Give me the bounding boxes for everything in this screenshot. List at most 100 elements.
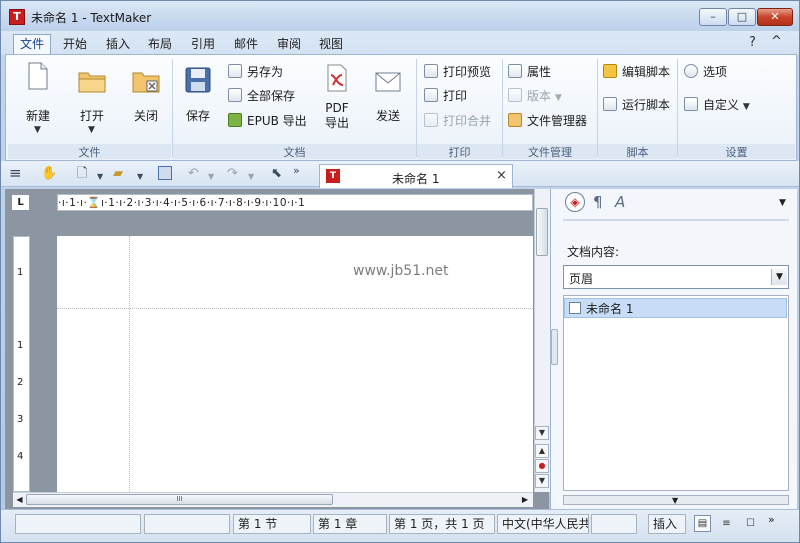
list-item[interactable]: 未命名 1 [564, 298, 787, 318]
toolbar-overflow-icon[interactable]: » [293, 163, 300, 178]
print-merge-label: 打印合并 [443, 114, 492, 128]
statusbar-overflow-icon[interactable]: » [768, 513, 775, 526]
menu-references[interactable]: 引用 [185, 35, 221, 54]
group-label-file-management: 文件管理 [503, 144, 597, 159]
print-merge-icon [424, 113, 438, 127]
group-label-document: 文档 [173, 144, 416, 159]
menu-home[interactable]: 开始 [57, 35, 93, 54]
close-doc-button[interactable]: 关闭 [118, 61, 174, 141]
compass-icon[interactable]: ◈ [565, 192, 585, 212]
chevron-down-icon: ▼ [554, 93, 562, 103]
group-label-script: 脚本 [598, 144, 677, 159]
status-insert-mode[interactable]: 插入 [648, 514, 686, 534]
save-icon[interactable] [158, 166, 172, 180]
versions-label: 版本 [527, 89, 552, 103]
panel-menu-icon[interactable]: ▼ [779, 198, 786, 208]
close-button[interactable]: ✕ [757, 8, 793, 26]
panel-splitter[interactable] [551, 329, 558, 365]
new-button[interactable]: 新建 ▼ [10, 61, 66, 141]
previous-page-icon[interactable]: ▲ [535, 444, 549, 458]
chevron-down-icon[interactable]: ▼ [771, 269, 787, 285]
chevron-down-icon[interactable]: ▼ [137, 169, 143, 184]
scroll-down-icon[interactable]: ▼ [535, 426, 549, 440]
help-icon[interactable]: ? [749, 35, 756, 50]
collapse-ribbon-icon[interactable]: ^ [771, 34, 782, 49]
status-page[interactable]: 第 1 页，共 1 页 [389, 514, 495, 534]
tab-stop-selector[interactable]: L [11, 194, 30, 211]
menu-insert[interactable]: 插入 [100, 35, 136, 54]
page-view-icon[interactable]: ▤ [694, 515, 711, 532]
file-manager-button[interactable]: 文件管理器 [508, 112, 587, 129]
redo-icon[interactable]: ↷ [227, 166, 238, 181]
menu-layout[interactable]: 布局 [142, 35, 178, 54]
print-preview-button[interactable]: 打印预览 [424, 63, 491, 80]
customize-label: 自定义 [703, 98, 740, 112]
file-manager-icon [508, 113, 522, 127]
minimize-button[interactable]: – [699, 8, 727, 26]
item-checkbox[interactable] [569, 302, 581, 314]
document-tab[interactable]: T 未命名 1 × [319, 164, 513, 188]
save-icon [185, 67, 211, 93]
document-icon: T [326, 169, 340, 183]
vertical-scroll-thumb[interactable] [536, 208, 548, 256]
scroll-right-icon[interactable]: ▶ [518, 492, 532, 507]
chevron-down-icon[interactable]: ▼ [672, 496, 678, 505]
title-bar: T 未命名 1 - TextMaker – □ ✕ [1, 1, 799, 31]
horizontal-scroll-thumb[interactable]: III [26, 494, 333, 505]
save-button[interactable]: 保存 [174, 61, 222, 141]
maximize-button[interactable]: □ [728, 8, 756, 26]
edit-script-button[interactable]: 编辑脚本 [603, 63, 670, 80]
run-script-button[interactable]: 运行脚本 [603, 96, 670, 113]
open-button[interactable]: 打开 ▼ [64, 61, 120, 141]
chevron-down-icon[interactable]: ▼ [97, 169, 103, 184]
document-contents-select[interactable]: 页眉 ▼ [563, 265, 789, 289]
continuous-view-icon[interactable]: ≡ [718, 515, 735, 532]
save-all-button[interactable]: 全部保存 [228, 87, 295, 104]
customize-button[interactable]: 自定义 ▼ [684, 96, 750, 113]
chevron-down-icon[interactable]: ▼ [248, 169, 254, 184]
menu-file[interactable]: 文件 [13, 34, 52, 56]
horizontal-ruler[interactable]: ·ı·1·ı·⌛ı·1·ı·2·ı·3·ı·4·ı·5·ı·6·ı·7·ı·8·… [57, 194, 533, 211]
outline-view-icon[interactable]: ☐ [742, 515, 759, 532]
send-button[interactable]: 发送 [364, 61, 412, 141]
ruler-number: 1 [17, 267, 24, 278]
status-language[interactable]: 中文(中华人民共 [497, 514, 589, 534]
menu-review[interactable]: 审阅 [271, 35, 307, 54]
status-section[interactable]: 第 1 节 [233, 514, 311, 534]
close-tab-icon[interactable]: × [496, 168, 507, 183]
properties-button[interactable]: 属性 [508, 63, 551, 80]
next-page-icon[interactable]: ▼ [535, 474, 549, 488]
app-window: T 未命名 1 - TextMaker – □ ✕ 文件 开始 插入 布局 引用… [0, 0, 800, 543]
font-style-icon[interactable]: A [615, 193, 625, 211]
vertical-ruler[interactable]: 1 1 2 3 4 [13, 236, 30, 492]
ruler-number: 1 [17, 340, 24, 351]
group-separator [677, 59, 678, 157]
save-label: 保存 [185, 109, 210, 123]
browse-object-icon[interactable]: ● [535, 459, 549, 473]
menu-view[interactable]: 视图 [313, 35, 349, 54]
app-icon[interactable]: T [9, 9, 25, 25]
close-label: 关闭 [133, 109, 158, 123]
versions-button[interactable]: 版本 ▼ [508, 87, 562, 104]
undo-icon[interactable]: ↶ [188, 166, 199, 181]
scroll-left-icon[interactable]: ◀ [13, 492, 26, 507]
save-as-button[interactable]: 另存为 [228, 63, 283, 80]
epub-export-button[interactable]: EPUB 导出 [228, 112, 307, 129]
print-button[interactable]: 打印 [424, 87, 467, 104]
paragraph-icon[interactable]: ¶ [593, 193, 603, 211]
hamburger-icon[interactable]: ≡ [9, 166, 22, 181]
hand-icon[interactable]: ✋ [41, 166, 57, 181]
new-document-icon[interactable]: 🗋 [77, 166, 87, 181]
folder-icon[interactable]: ▰ [113, 166, 123, 181]
print-merge-button[interactable]: 打印合并 [424, 112, 491, 129]
pointer-icon[interactable]: ⬉ [271, 166, 282, 181]
status-chapter[interactable]: 第 1 章 [313, 514, 387, 534]
group-label-settings: 设置 [678, 144, 795, 159]
pdf-export-button[interactable]: PDF 导出 [314, 61, 360, 141]
options-button[interactable]: 选项 [684, 63, 727, 80]
status-field-empty [591, 514, 637, 534]
menu-mailings[interactable]: 邮件 [228, 35, 264, 54]
options-label: 选项 [703, 65, 728, 79]
chevron-down-icon[interactable]: ▼ [208, 169, 214, 184]
epub-export-label: EPUB 导出 [247, 114, 307, 128]
